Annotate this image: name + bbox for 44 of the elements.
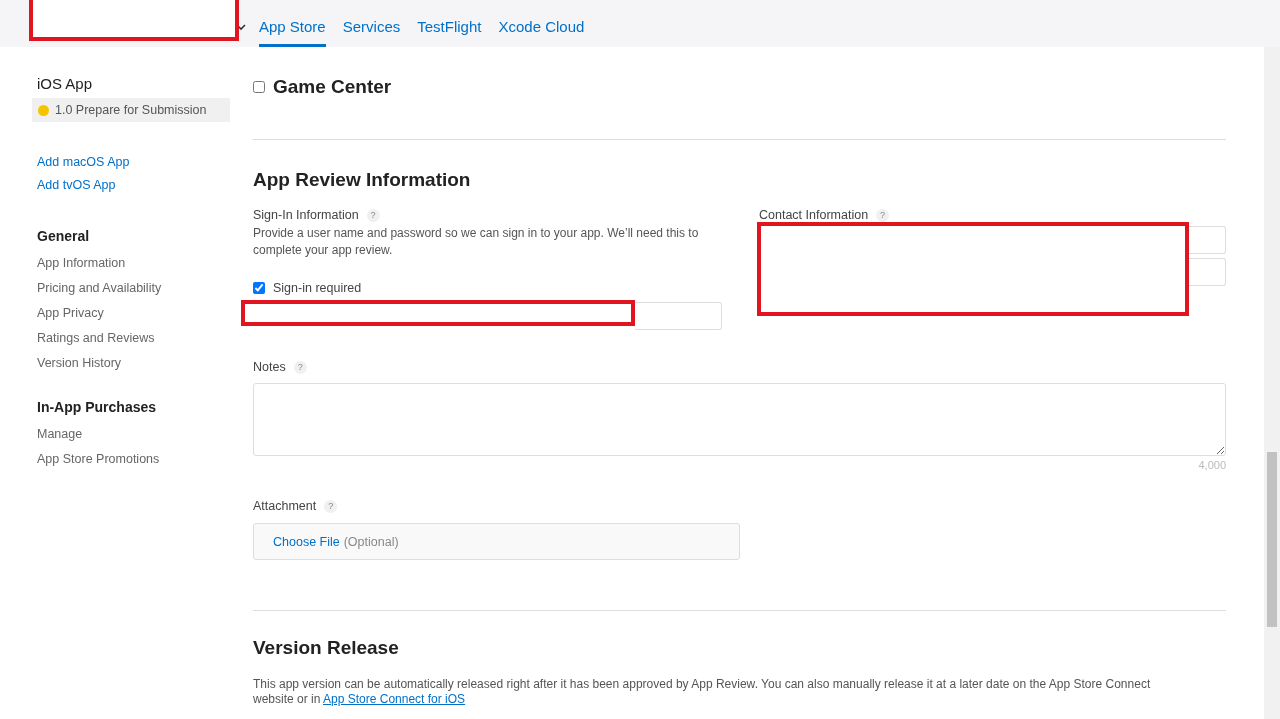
game-center-checkbox[interactable] (253, 81, 265, 93)
sidebar-item[interactable]: Manage (37, 427, 230, 441)
help-icon[interactable]: ? (876, 208, 890, 222)
version-item[interactable]: 1.0 Prepare for Submission (32, 98, 230, 122)
checkbox-label: Sign-in required (273, 281, 362, 295)
nav-tab[interactable]: Xcode Cloud (498, 18, 585, 47)
notes-field[interactable] (253, 383, 1226, 456)
release-description: This app version can be automatically released right after it has been approved by App Review. You can also manually release it at a later date on the App Store Connect website or in App Store Connect for iOS (253, 677, 1152, 707)
password-field[interactable] (635, 302, 722, 330)
help-icon[interactable]: ? (366, 208, 380, 222)
sidebar-item[interactable]: Pricing and Availability (37, 281, 230, 295)
nav-tab[interactable]: Services (342, 18, 401, 47)
help-icon[interactable]: ? (293, 360, 307, 374)
contact-field[interactable] (1189, 258, 1226, 286)
field-label: Attachment (253, 499, 317, 513)
section-title: App Review Information (253, 169, 472, 191)
version-label: 1.0 Prepare for Submission (55, 103, 207, 117)
sidebar-item[interactable]: App Privacy (37, 306, 230, 320)
character-counter: 4,000 (1198, 459, 1226, 471)
sidebar-heading: General (37, 228, 91, 244)
add-platform-link[interactable]: Add tvOS App (37, 178, 230, 192)
nav-tab[interactable]: App Store (259, 18, 326, 47)
file-picker[interactable]: Choose File (Optional) (253, 523, 740, 560)
field-label: Notes (253, 360, 286, 374)
choose-file-link[interactable]: Choose File (273, 534, 340, 549)
sidebar-item[interactable]: App Store Promotions (37, 452, 230, 466)
sidebar-item[interactable]: Version History (37, 356, 230, 370)
optional-hint: (Optional) (343, 534, 399, 549)
add-platform-link[interactable]: Add macOS App (37, 155, 230, 169)
sidebar-heading: iOS App (36, 75, 94, 92)
help-icon[interactable]: ? (324, 499, 338, 513)
sidebar-heading: In-App Purchases (37, 399, 158, 415)
contact-field[interactable] (1189, 226, 1226, 254)
section-title: Version Release (253, 637, 400, 659)
field-label: Contact Information (759, 208, 869, 222)
app-store-connect-link[interactable]: App Store Connect for iOS (323, 692, 466, 706)
sidebar-item[interactable]: Ratings and Reviews (37, 331, 230, 345)
sidebar-item[interactable]: App Information (37, 256, 230, 270)
nav-tab[interactable]: TestFlight (417, 18, 482, 47)
field-label: Sign-In Information (253, 208, 359, 222)
sign-in-checkbox[interactable] (253, 282, 265, 294)
scrollbar[interactable] (1264, 47, 1280, 719)
section-title: Game Center (273, 76, 392, 98)
sign-in-description: Provide a user name and password so we can sign in to your app. We’ll need this to complete your app review. (253, 225, 700, 259)
